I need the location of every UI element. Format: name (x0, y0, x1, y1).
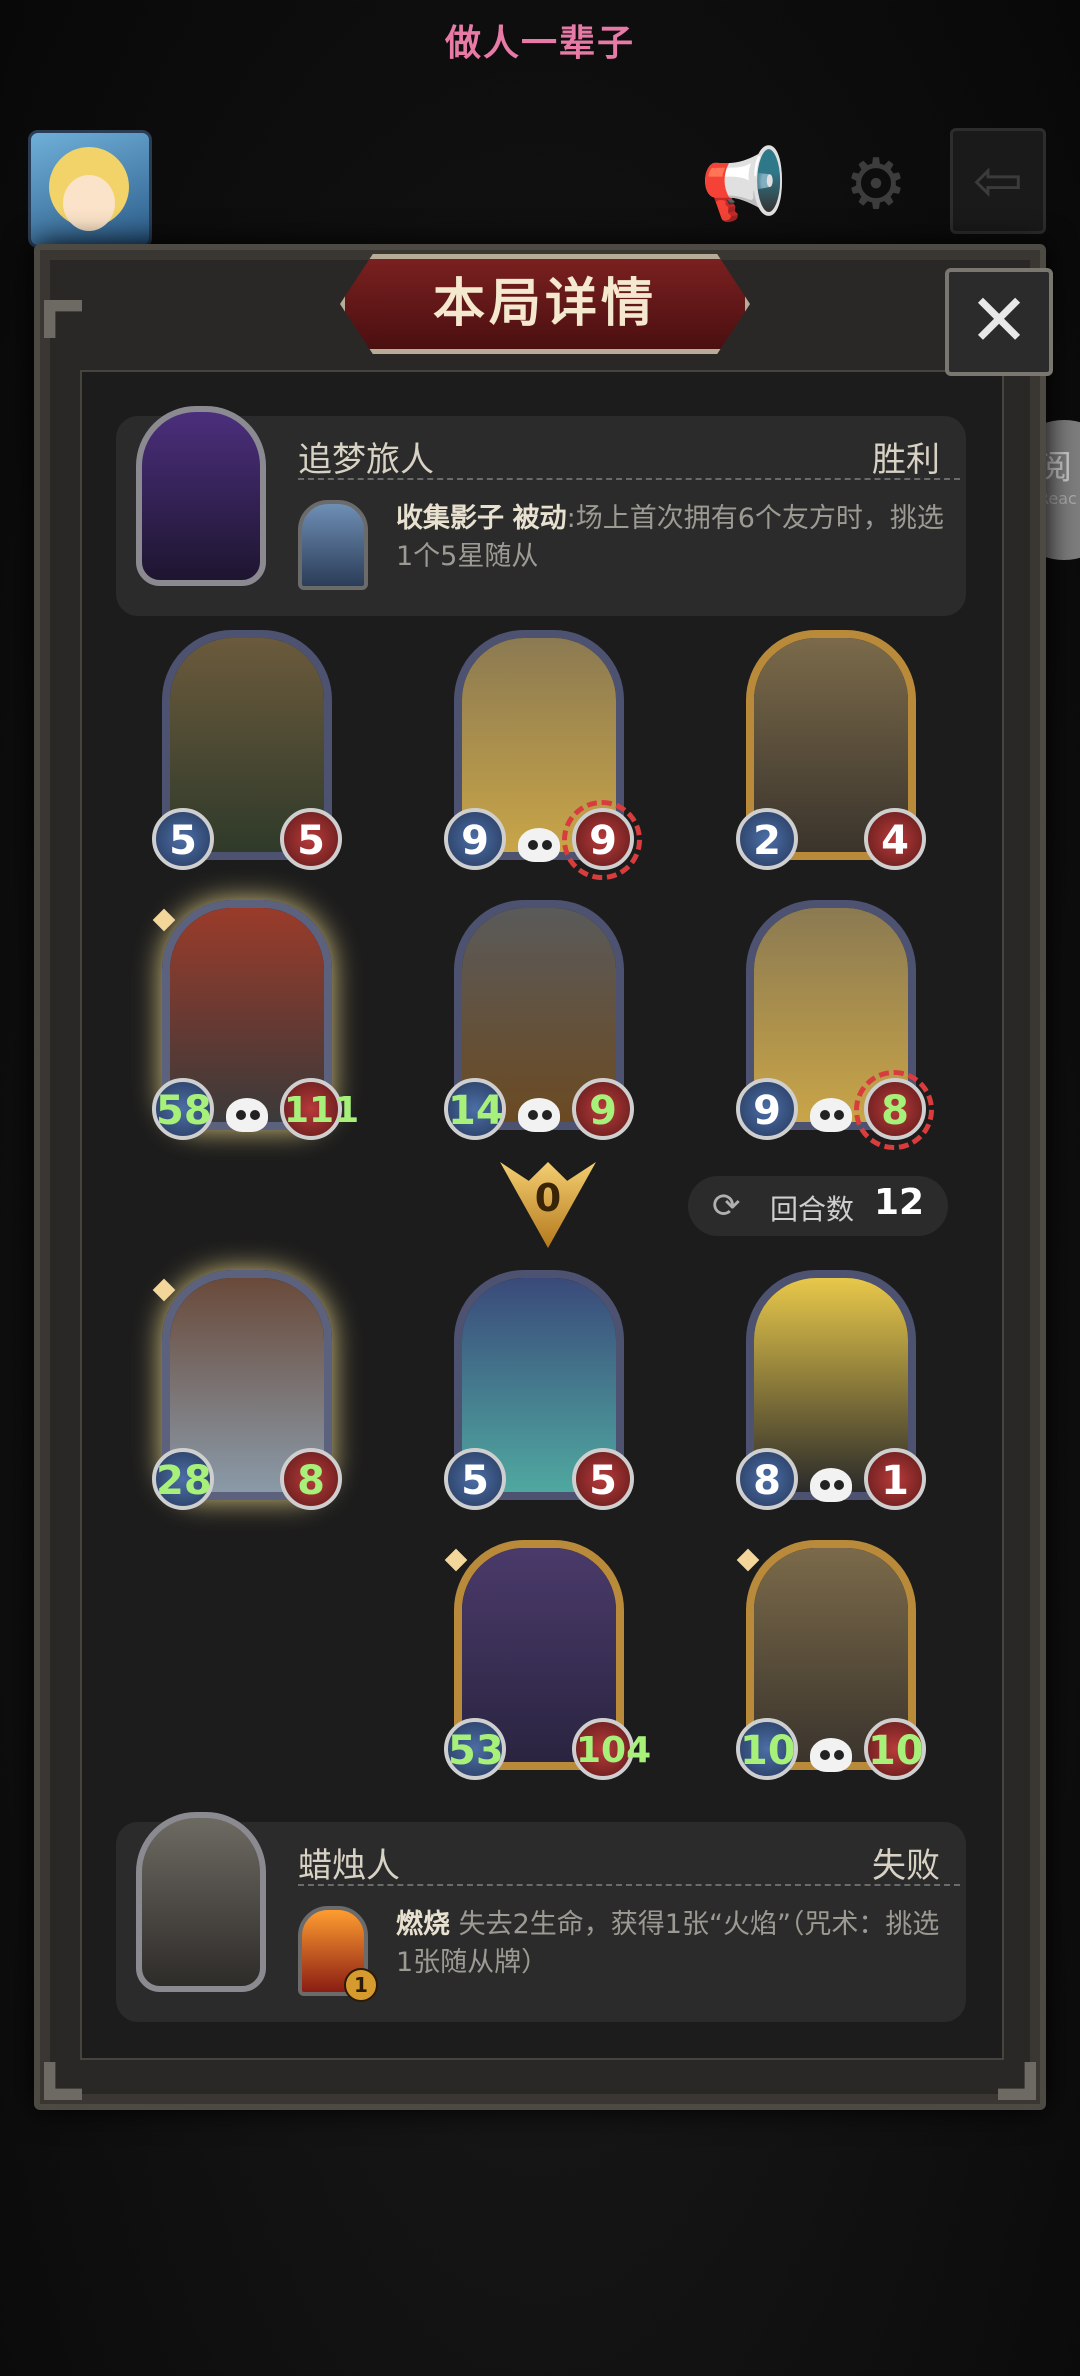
minion-card[interactable]: 5 5 (152, 630, 342, 870)
health-stat: 8 (864, 1078, 926, 1140)
winner-hero-portrait[interactable] (136, 406, 266, 586)
loser-hero-portrait[interactable] (136, 1812, 266, 1992)
minion-card[interactable]: 10 10 (736, 1540, 926, 1782)
attack-stat: 14 (444, 1078, 506, 1140)
attack-stat: 8 (736, 1448, 798, 1510)
minion-card[interactable]: 9 8 (736, 900, 934, 1150)
skull-icon (220, 1098, 274, 1142)
minion-card[interactable]: 28 8 (152, 1270, 342, 1510)
winner-power-text: 收集影子 被动:场上首次拥有6个友方时，挑选1个5星随从 (396, 500, 952, 576)
winner-power-tag: 被动 (512, 503, 567, 534)
fire-power-icon[interactable]: 1 (298, 1906, 378, 2002)
refresh-icon: ⟳ (712, 1186, 741, 1226)
divider (298, 478, 960, 480)
player-avatar[interactable] (28, 130, 152, 248)
health-stat: 104 (572, 1718, 651, 1780)
attack-stat: 53 (444, 1718, 506, 1780)
minion-card[interactable]: 53 104 (444, 1540, 651, 1780)
attack-stat: 9 (736, 1078, 798, 1140)
loser-info: 蜡烛人 失败 1 燃烧 失去2生命，获得1张“火焰”（咒术：挑选1张随从牌） (116, 1812, 966, 2022)
loser-power-desc: 失去2生命，获得1张“火焰”（咒术：挑选1张随从牌） (396, 1909, 940, 1978)
skull-icon (512, 828, 566, 872)
health-stat: 1 (864, 1448, 926, 1510)
exit-arrow-icon[interactable]: ⇦ (950, 128, 1046, 234)
health-stat: 10 (864, 1718, 926, 1780)
skull-icon (804, 1738, 858, 1782)
loser-result: 失败 (872, 1846, 940, 1886)
health-stat: 9 (572, 808, 634, 870)
health-stat: 9 (572, 1078, 634, 1140)
minion-card[interactable]: 2 4 (736, 630, 926, 870)
loser-hero-name: 蜡烛人 (298, 1846, 400, 1886)
turn-count-value: 12 (874, 1182, 925, 1223)
turn-count-badge: ⟳ 回合数 12 (688, 1176, 948, 1236)
status-bar-title: 做人一辈子 (444, 23, 635, 64)
damage-value: 0 (534, 1176, 562, 1220)
attack-stat: 58 (152, 1078, 214, 1140)
skull-icon (512, 1098, 566, 1142)
panel-title: 本局详情 (340, 254, 750, 354)
turn-count-label: 回合数 (770, 1193, 855, 1226)
attack-stat: 10 (736, 1718, 798, 1780)
health-stat: 5 (280, 808, 342, 870)
health-stat: 4 (864, 808, 926, 870)
skull-icon (804, 1098, 858, 1142)
power-cost: 1 (344, 1968, 378, 2002)
attack-stat: 5 (152, 808, 214, 870)
attack-stat: 9 (444, 808, 506, 870)
gear-icon[interactable]: ⚙ (826, 134, 926, 234)
health-stat: 8 (280, 1448, 342, 1510)
minion-card[interactable]: 58 111 (152, 900, 359, 1142)
health-stat: 5 (572, 1448, 634, 1510)
panel-corner-decoration (44, 300, 82, 338)
speaker-icon[interactable]: 📢 (694, 134, 794, 234)
divider (298, 1884, 960, 1886)
winner-info: 追梦旅人 胜利 收集影子 被动:场上首次拥有6个友方时，挑选1个5星随从 (116, 406, 966, 616)
attack-stat: 5 (444, 1448, 506, 1510)
minion-card[interactable]: 9 9 (444, 630, 642, 880)
panel-corner-decoration (44, 2062, 82, 2100)
attack-stat: 2 (736, 808, 798, 870)
health-stat: 111 (280, 1078, 359, 1140)
winner-result: 胜利 (872, 440, 940, 480)
attack-stat: 28 (152, 1448, 214, 1510)
minion-card[interactable]: 5 5 (444, 1270, 634, 1510)
winner-hero-name: 追梦旅人 (298, 440, 434, 480)
minion-card[interactable]: 14 9 (444, 900, 634, 1142)
loser-power-text: 燃烧 失去2生命，获得1张“火焰”（咒术：挑选1张随从牌） (396, 1906, 952, 1982)
close-icon: ✕ (968, 278, 1030, 362)
shadow-power-icon[interactable] (298, 500, 368, 590)
minion-card[interactable]: 8 1 (736, 1270, 926, 1512)
panel-corner-decoration (998, 2062, 1036, 2100)
close-button[interactable]: ✕ (945, 268, 1053, 376)
loser-power-name: 燃烧 (396, 1909, 450, 1940)
skull-icon (804, 1468, 858, 1512)
winner-power-name: 收集影子 (396, 503, 504, 534)
